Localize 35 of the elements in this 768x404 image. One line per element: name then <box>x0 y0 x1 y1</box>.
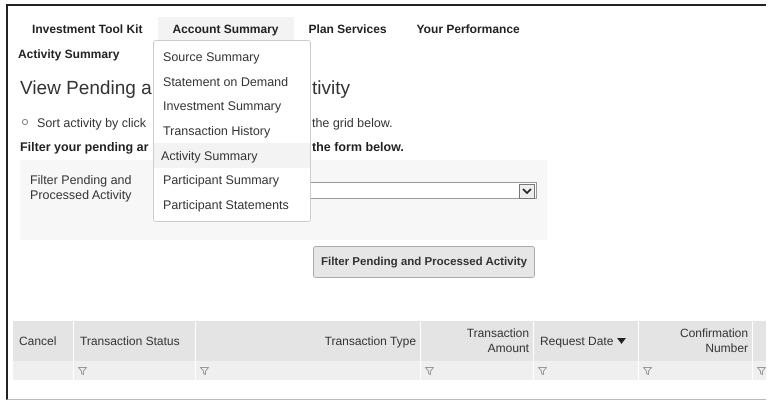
instruction-text: the grid below. <box>312 116 394 130</box>
column-header[interactable]: Transaction Type <box>195 321 420 361</box>
menu-item[interactable]: Activity Summary <box>154 143 310 168</box>
menu-item[interactable]: Participant Summary <box>154 168 310 193</box>
column-header[interactable]: Confirmation Number <box>638 321 752 361</box>
page-title: View Pending a <box>20 78 152 100</box>
filter-heading: the form below. <box>312 140 405 154</box>
page-title: tivity <box>312 78 351 100</box>
instruction-text: Sort activity by click <box>37 116 146 130</box>
filter-icon[interactable] <box>425 366 434 374</box>
filter-button[interactable]: Filter Pending and Processed Activity <box>313 246 535 278</box>
menu-item[interactable]: Transaction History <box>154 118 310 144</box>
nav-tab[interactable]: Your Performance <box>402 17 536 41</box>
filter-icon[interactable] <box>757 366 766 374</box>
menu-item[interactable]: Participant Statements <box>154 192 310 218</box>
column-header[interactable]: Cancel <box>12 321 73 361</box>
menu-item[interactable]: Statement on Demand <box>154 70 310 94</box>
column-header[interactable]: Transaction Amount <box>420 321 533 361</box>
filter-label: Filter Pending and Processed Activity <box>30 173 132 203</box>
filter-heading: Filter your pending ar <box>20 140 148 154</box>
nav-tab[interactable]: Investment Tool Kit <box>18 17 158 41</box>
nav-tab[interactable]: Plan Services <box>294 17 403 41</box>
sort-desc-icon <box>617 338 626 344</box>
filter-icon[interactable] <box>538 366 547 374</box>
menu-item[interactable]: Source Summary <box>154 45 310 70</box>
filter-icon[interactable] <box>78 366 87 374</box>
column-header[interactable]: Transaction Status <box>73 321 195 361</box>
bullet-icon <box>22 119 28 125</box>
column-header[interactable]: Request Date <box>533 321 638 361</box>
page-breadcrumb: Activity Summary <box>18 47 120 61</box>
menu-item[interactable]: Investment Summary <box>154 94 310 119</box>
chevron-down-icon <box>519 184 535 199</box>
filter-icon[interactable] <box>643 366 652 374</box>
nav-tab[interactable]: Account Summary <box>158 17 294 41</box>
filter-icon[interactable] <box>200 366 209 374</box>
